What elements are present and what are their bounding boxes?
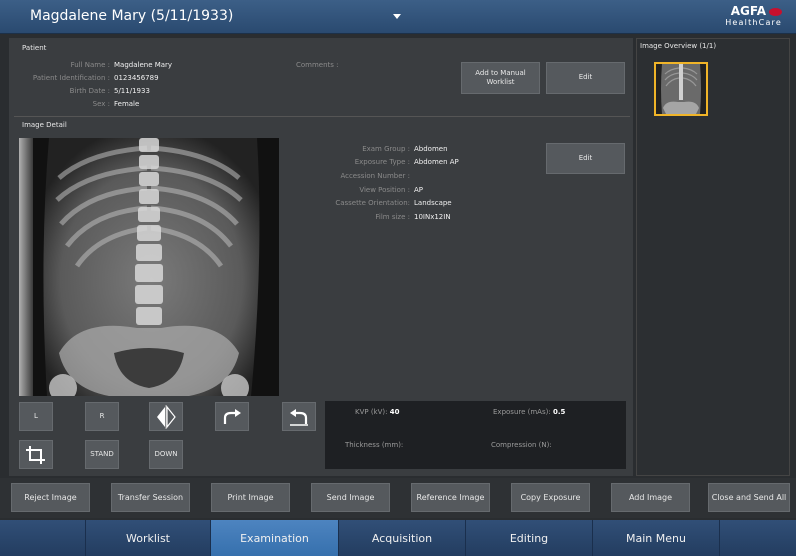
- view-position: View Position : AP: [359, 186, 424, 194]
- agfa-rhombus-icon: [769, 7, 782, 16]
- transfer-session-button[interactable]: Transfer Session: [111, 483, 190, 512]
- right-marker-button[interactable]: R: [85, 402, 119, 431]
- kvp-field: KVP (kV): 40: [355, 408, 400, 416]
- nav-worklist[interactable]: Worklist: [86, 520, 211, 556]
- bottom-navigation: Worklist Examination Acquisition Editing…: [0, 520, 796, 556]
- patient-sex: Sex : Female: [92, 100, 140, 108]
- exposure-info-panel: KVP (kV): 40 Exposure (mAs): 0.5 Thickne…: [325, 401, 626, 469]
- chevron-down-icon[interactable]: [393, 14, 401, 19]
- compression-field: Compression (N):: [491, 441, 552, 449]
- image-detail-edit-button[interactable]: Edit: [546, 143, 625, 174]
- nav-acquisition[interactable]: Acquisition: [339, 520, 466, 556]
- rotate-left-button[interactable]: [282, 402, 316, 431]
- down-button[interactable]: DOWN: [149, 440, 183, 469]
- exam-group: Exam Group : Abdomen: [362, 145, 448, 153]
- nav-examination[interactable]: Examination: [211, 520, 339, 556]
- print-image-button[interactable]: Print Image: [211, 483, 290, 512]
- thickness-field: Thickness (mm):: [345, 441, 404, 449]
- divider: [14, 116, 630, 117]
- patient-title[interactable]: Magdalene Mary (5/11/1933): [30, 8, 233, 24]
- xray-thumbnail-image: [656, 64, 706, 114]
- patient-section-label: Patient: [22, 44, 47, 52]
- accession-number: Accession Number :: [340, 172, 410, 180]
- reference-image-button[interactable]: Reference Image: [411, 483, 490, 512]
- image-overview-title: Image Overview (1/1): [640, 42, 717, 50]
- add-image-button[interactable]: Add Image: [611, 483, 690, 512]
- nav-spacer-left: [0, 520, 86, 556]
- action-bar: Reject Image Transfer Session Print Imag…: [0, 478, 796, 518]
- patient-edit-button[interactable]: Edit: [546, 62, 625, 94]
- cassette-orientation: Cassette Orientation: Landscape: [335, 199, 452, 207]
- rotate-left-icon: [290, 408, 308, 426]
- patient-identification: Patient Identification :0123456789: [32, 74, 159, 82]
- image-overview-panel: Image Overview (1/1): [636, 38, 790, 476]
- nav-editing[interactable]: Editing: [466, 520, 593, 556]
- logo-subtext: HealthCare: [725, 18, 782, 27]
- xray-abdomen-image: [19, 138, 279, 396]
- nav-main-menu[interactable]: Main Menu: [593, 520, 720, 556]
- image-detail-section-label: Image Detail: [22, 121, 67, 129]
- rotate-right-icon: [223, 408, 241, 424]
- crop-button[interactable]: [19, 440, 53, 469]
- film-size: Film size :10INx12IN: [375, 213, 451, 221]
- image-thumbnail[interactable]: [654, 62, 708, 116]
- flip-button[interactable]: [149, 402, 183, 431]
- agfa-logo: AGFA HealthCare: [725, 4, 782, 27]
- logo-text: AGFA: [730, 4, 766, 18]
- crop-icon: [26, 445, 45, 464]
- title-bar: Magdalene Mary (5/11/1933) AGFA HealthCa…: [0, 0, 796, 34]
- left-marker-button[interactable]: L: [19, 402, 53, 431]
- send-image-button[interactable]: Send Image: [311, 483, 390, 512]
- flip-icon: [157, 404, 176, 429]
- copy-exposure-button[interactable]: Copy Exposure: [511, 483, 590, 512]
- mas-field: Exposure (mAs): 0.5: [493, 408, 566, 416]
- xray-image[interactable]: [19, 138, 279, 396]
- exposure-type: Exposure Type : Abdomen AP: [354, 158, 459, 166]
- stand-button[interactable]: STAND: [85, 440, 119, 469]
- patient-full-name: Full Name : Magdalene Mary: [70, 61, 173, 69]
- close-and-send-all-button[interactable]: Close and Send All: [708, 483, 790, 512]
- comments-label: Comments :: [296, 61, 339, 69]
- patient-birth-date: Birth Date :5/11/1933: [69, 87, 150, 95]
- add-to-manual-worklist-button[interactable]: Add to Manual Worklist: [461, 62, 540, 94]
- rotate-right-button[interactable]: [215, 402, 249, 431]
- reject-image-button[interactable]: Reject Image: [11, 483, 90, 512]
